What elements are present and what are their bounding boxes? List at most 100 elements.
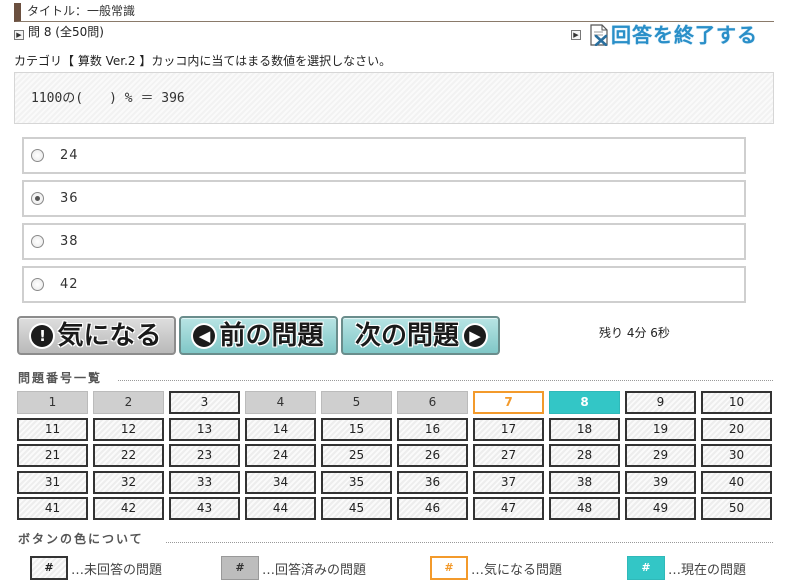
question-text: 1100の( ) % ＝ 396 bbox=[31, 91, 185, 106]
question-number-button-18[interactable]: 18 bbox=[549, 418, 620, 441]
question-number-button-49[interactable]: 49 bbox=[625, 497, 696, 520]
question-number-button-11[interactable]: 11 bbox=[17, 418, 88, 441]
question-number-button-43[interactable]: 43 bbox=[169, 497, 240, 520]
legend-answered: # …回答済みの問題 bbox=[221, 556, 366, 580]
answer-option-label: 42 bbox=[60, 277, 79, 292]
radio-button[interactable] bbox=[31, 149, 44, 162]
question-number-button-22[interactable]: 22 bbox=[93, 444, 164, 467]
question-number-button-27[interactable]: 27 bbox=[473, 444, 544, 467]
question-number-button-32[interactable]: 32 bbox=[93, 471, 164, 494]
legend-label-flagged: …気になる問題 bbox=[471, 562, 563, 578]
question-number-button-46[interactable]: 46 bbox=[397, 497, 468, 520]
flag-question-label: 気になる bbox=[57, 320, 162, 351]
question-number-button-36[interactable]: 36 bbox=[397, 471, 468, 494]
end-answering-button[interactable]: ▶ 回答を終了する bbox=[571, 22, 758, 48]
question-number-button-16[interactable]: 16 bbox=[397, 418, 468, 441]
page-title-bar: タイトル：一般常識 bbox=[14, 3, 774, 22]
radio-button[interactable] bbox=[31, 278, 44, 291]
legend-label-answered: …回答済みの問題 bbox=[262, 562, 367, 578]
document-cross-icon bbox=[590, 24, 608, 46]
question-number-button-23[interactable]: 23 bbox=[169, 444, 240, 467]
exclamation-icon: ! bbox=[31, 324, 54, 347]
question-number-button-26[interactable]: 26 bbox=[397, 444, 468, 467]
question-number-button-20[interactable]: 20 bbox=[701, 418, 772, 441]
question-number-button-2[interactable]: 2 bbox=[93, 391, 164, 414]
question-number-button-28[interactable]: 28 bbox=[549, 444, 620, 467]
question-instruction: カテゴリ【 算数 Ver.2 】カッコ内に当てはまる数値を選択しなさい。 bbox=[14, 54, 392, 68]
previous-question-button[interactable]: ◀ 前の問題 bbox=[179, 316, 338, 355]
next-question-button[interactable]: 次の問題 ▶ bbox=[341, 316, 500, 355]
question-number-button-37[interactable]: 37 bbox=[473, 471, 544, 494]
previous-question-label: 前の問題 bbox=[219, 320, 324, 351]
question-number-button-25[interactable]: 25 bbox=[321, 444, 392, 467]
question-number-button-48[interactable]: 48 bbox=[549, 497, 620, 520]
question-number-button-3[interactable]: 3 bbox=[169, 391, 240, 414]
question-number-button-34[interactable]: 34 bbox=[245, 471, 316, 494]
question-number-button-12[interactable]: 12 bbox=[93, 418, 164, 441]
answer-option-2[interactable]: 36 bbox=[22, 180, 746, 217]
answer-option-label: 24 bbox=[60, 148, 79, 163]
question-number-button-47[interactable]: 47 bbox=[473, 497, 544, 520]
question-number-button-41[interactable]: 41 bbox=[17, 497, 88, 520]
question-number-button-40[interactable]: 40 bbox=[701, 471, 772, 494]
divider bbox=[118, 380, 773, 381]
answer-option-4[interactable]: 42 bbox=[22, 266, 746, 303]
question-number-button-38[interactable]: 38 bbox=[549, 471, 620, 494]
triangle-left-icon: ◀ bbox=[193, 324, 216, 347]
arrow-right-icon: ▶ bbox=[14, 30, 24, 40]
question-number-button-5[interactable]: 5 bbox=[321, 391, 392, 414]
legend-unanswered: # …未回答の問題 bbox=[30, 556, 162, 580]
legend-flagged: # …気になる問題 bbox=[430, 556, 562, 580]
legend-label-unanswered: …未回答の問題 bbox=[71, 562, 163, 578]
page-title: タイトル：一般常識 bbox=[27, 4, 136, 18]
question-number-button-42[interactable]: 42 bbox=[93, 497, 164, 520]
answer-option-3[interactable]: 38 bbox=[22, 223, 746, 260]
triangle-right-icon: ▶ bbox=[464, 324, 486, 347]
question-number: ▶ 問 8 (全50問) bbox=[14, 25, 104, 40]
end-answering-label: 回答を終了する bbox=[611, 23, 758, 47]
question-number-button-6[interactable]: 6 bbox=[397, 391, 468, 414]
question-number-button-19[interactable]: 19 bbox=[625, 418, 696, 441]
question-number-button-44[interactable]: 44 bbox=[245, 497, 316, 520]
question-number-button-30[interactable]: 30 bbox=[701, 444, 772, 467]
question-number-button-21[interactable]: 21 bbox=[17, 444, 88, 467]
radio-button-selected[interactable] bbox=[31, 192, 44, 205]
remaining-time: 残り 4分 6秒 bbox=[599, 326, 670, 340]
question-number-button-4[interactable]: 4 bbox=[245, 391, 316, 414]
question-number-button-39[interactable]: 39 bbox=[625, 471, 696, 494]
arrow-right-icon: ▶ bbox=[571, 30, 581, 40]
question-number-button-13[interactable]: 13 bbox=[169, 418, 240, 441]
answer-option-label: 36 bbox=[60, 191, 79, 206]
question-number-label: 問 8 (全50問) bbox=[28, 25, 104, 39]
question-number-button-10[interactable]: 10 bbox=[701, 391, 772, 414]
answer-option-label: 38 bbox=[60, 234, 79, 249]
question-number-button-45[interactable]: 45 bbox=[321, 497, 392, 520]
question-number-button-8[interactable]: 8 bbox=[549, 391, 620, 414]
legend-label-current: …現在の問題 bbox=[668, 562, 747, 578]
question-number-button-14[interactable]: 14 bbox=[245, 418, 316, 441]
question-number-button-24[interactable]: 24 bbox=[245, 444, 316, 467]
question-number-button-1[interactable]: 1 bbox=[17, 391, 88, 414]
question-number-button-31[interactable]: 31 bbox=[17, 471, 88, 494]
next-question-label: 次の問題 bbox=[354, 320, 459, 351]
legend-swatch-answered: # bbox=[221, 556, 259, 580]
flag-question-button[interactable]: ! 気になる bbox=[17, 316, 176, 355]
legend-swatch-unanswered: # bbox=[30, 556, 68, 580]
question-list-heading: 問題番号一覧 bbox=[18, 371, 103, 385]
question-number-button-9[interactable]: 9 bbox=[625, 391, 696, 414]
answer-option-1[interactable]: 24 bbox=[22, 137, 746, 174]
question-number-button-15[interactable]: 15 bbox=[321, 418, 392, 441]
question-number-button-7[interactable]: 7 bbox=[473, 391, 544, 414]
legend-swatch-current: # bbox=[627, 556, 665, 580]
legend-swatch-flagged: # bbox=[430, 556, 468, 580]
question-number-button-50[interactable]: 50 bbox=[701, 497, 772, 520]
question-number-button-35[interactable]: 35 bbox=[321, 471, 392, 494]
question-number-button-17[interactable]: 17 bbox=[473, 418, 544, 441]
legend-heading: ボタンの色について bbox=[18, 532, 144, 546]
legend-current: # …現在の問題 bbox=[627, 556, 746, 580]
divider bbox=[166, 542, 773, 543]
question-number-button-33[interactable]: 33 bbox=[169, 471, 240, 494]
radio-button[interactable] bbox=[31, 235, 44, 248]
question-number-button-29[interactable]: 29 bbox=[625, 444, 696, 467]
question-text-box: 1100の( ) % ＝ 396 bbox=[14, 72, 774, 124]
